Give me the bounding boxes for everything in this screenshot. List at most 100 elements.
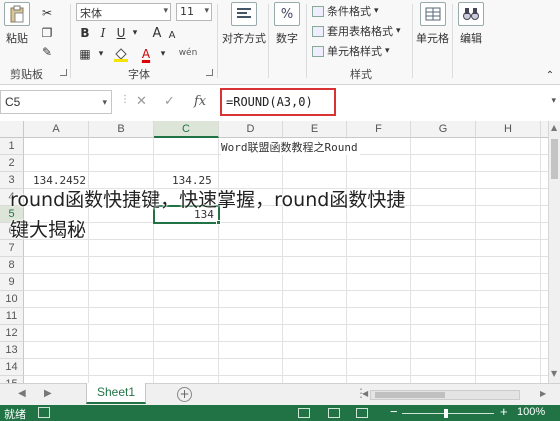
divider [452,4,453,78]
zoom-in-button[interactable]: + [500,404,508,419]
scroll-down-icon[interactable]: ▼ [551,369,557,378]
normal-view-icon[interactable] [298,408,310,418]
row-header-11[interactable]: 11 [0,308,24,325]
gridline [218,138,219,383]
add-sheet-button[interactable]: + [177,387,192,402]
grow-font-button[interactable]: A [150,24,164,42]
chevron-down-icon[interactable]: ▾ [96,45,106,63]
chevron-down-icon[interactable]: ▾ [158,45,168,63]
scroll-thumb[interactable] [375,392,445,398]
row-header-12[interactable]: 12 [0,325,24,342]
paste-icon [4,2,30,26]
underline-button[interactable]: U [114,24,128,42]
row-header-15[interactable]: 15 [0,376,24,383]
next-sheet-icon[interactable]: ▶ [44,388,52,399]
row-header-13[interactable]: 13 [0,342,24,359]
conditional-formatting-button[interactable]: 条件格式 ▾ [312,3,379,19]
column-header-b[interactable]: B [89,121,154,138]
clipboard-dialog-launcher[interactable] [60,69,67,76]
select-all-corner[interactable] [0,121,24,138]
conditional-format-icon [312,5,324,17]
row-header-8[interactable]: 8 [0,257,24,274]
page-break-preview-icon[interactable] [356,408,368,418]
gridline [24,273,548,274]
cells-button[interactable]: 单元格 [416,2,449,46]
zoom-out-button[interactable]: − [390,404,398,419]
divider [412,4,413,78]
italic-button[interactable]: I [96,24,110,42]
font-dialog-launcher[interactable] [206,69,213,76]
formula-input[interactable]: =ROUND(A3,0) [220,88,336,116]
fill-color-icon[interactable] [112,45,130,63]
font-name-select[interactable]: 宋体 ▾ [76,3,171,21]
gridline [153,138,154,383]
column-header-g[interactable]: G [411,121,476,138]
cancel-icon[interactable]: ✕ [136,94,147,109]
gridline [88,138,89,383]
column-header-c[interactable]: C [154,121,219,138]
sheet-tabs-bar: ◀ ▶ Sheet1 + ⋮ ◀ ▶ [0,383,560,405]
chevron-down-icon[interactable]: ▾ [130,24,140,42]
row-header-10[interactable]: 10 [0,291,24,308]
zoom-slider[interactable] [402,413,494,414]
divider [70,4,71,78]
column-header-e[interactable]: E [283,121,347,138]
row-header-9[interactable]: 9 [0,274,24,291]
column-header-f[interactable]: F [347,121,411,138]
phonetic-button[interactable]: wén [176,44,200,62]
fill-handle[interactable] [216,220,221,225]
zoom-slider-thumb[interactable] [444,409,448,418]
borders-icon[interactable]: ▦ [78,45,92,63]
worksheet-grid[interactable]: A B C D E F G H 1 2 3 4 5 6 7 8 9 10 11 … [0,121,548,383]
collapse-ribbon-icon[interactable]: ⌃ [544,66,556,84]
paste-button[interactable]: 粘贴 [4,2,30,46]
macro-record-icon[interactable] [38,407,50,418]
format-painter-icon[interactable]: ✎ [40,43,54,61]
enter-icon[interactable]: ✓ [164,94,175,109]
cell-d1[interactable]: Word联盟函数教程之Round [221,139,360,155]
sheet-tab-sheet1[interactable]: Sheet1 [86,383,146,404]
table-icon [312,25,324,37]
row-header-2[interactable]: 2 [0,155,24,172]
more-options-icon[interactable]: ⋮ [120,94,130,105]
row-header-1[interactable]: 1 [0,138,24,155]
shrink-font-button[interactable]: A [166,26,178,44]
font-size-select[interactable]: 11 ▾ [176,3,212,21]
scroll-left-icon[interactable]: ◀ [362,389,368,398]
gridline [24,375,548,376]
column-header-d[interactable]: D [219,121,283,138]
align-icon [231,2,257,26]
column-header-a[interactable]: A [24,121,89,138]
column-header-h[interactable]: H [476,121,541,138]
cell-styles-button[interactable]: 单元格样式 ▾ [312,43,390,59]
status-ready: 就绪 [4,409,26,421]
scroll-right-icon[interactable]: ▶ [540,389,546,398]
row-header-14[interactable]: 14 [0,359,24,376]
cut-icon[interactable]: ✂ [40,4,54,22]
binoculars-icon [458,2,484,26]
alignment-button[interactable]: 对齐方式 [222,2,266,46]
article-title-line-2: 键大揭秘 [10,219,87,241]
vertical-scrollbar[interactable]: ▲ ▼ [548,121,560,383]
scroll-up-icon[interactable]: ▲ [551,123,557,132]
expand-formula-bar-icon[interactable]: ▾ [551,96,556,106]
font-color-button[interactable]: A [138,45,154,63]
prev-sheet-icon[interactable]: ◀ [18,388,26,399]
editing-button[interactable]: 编辑 [458,2,484,46]
format-as-table-button[interactable]: 套用表格格式 ▾ [312,23,401,39]
divider [268,4,269,78]
page-layout-icon[interactable] [328,408,340,418]
chevron-down-icon: ▾ [102,97,107,107]
zoom-level[interactable]: 100% [517,406,545,418]
horizontal-scrollbar[interactable] [370,390,520,400]
bold-button[interactable]: B [78,24,92,42]
copy-icon[interactable]: ❐ [40,24,54,42]
name-box[interactable]: C5 ▾ [0,90,112,114]
insert-function-icon[interactable]: fx [194,94,206,109]
name-box-value: C5 [5,95,21,109]
font-size-value: 11 [180,5,194,18]
gridline [540,138,541,383]
number-format-button[interactable]: % 数字 [274,2,300,46]
scroll-thumb[interactable] [551,139,558,179]
percent-icon: % [274,2,300,26]
